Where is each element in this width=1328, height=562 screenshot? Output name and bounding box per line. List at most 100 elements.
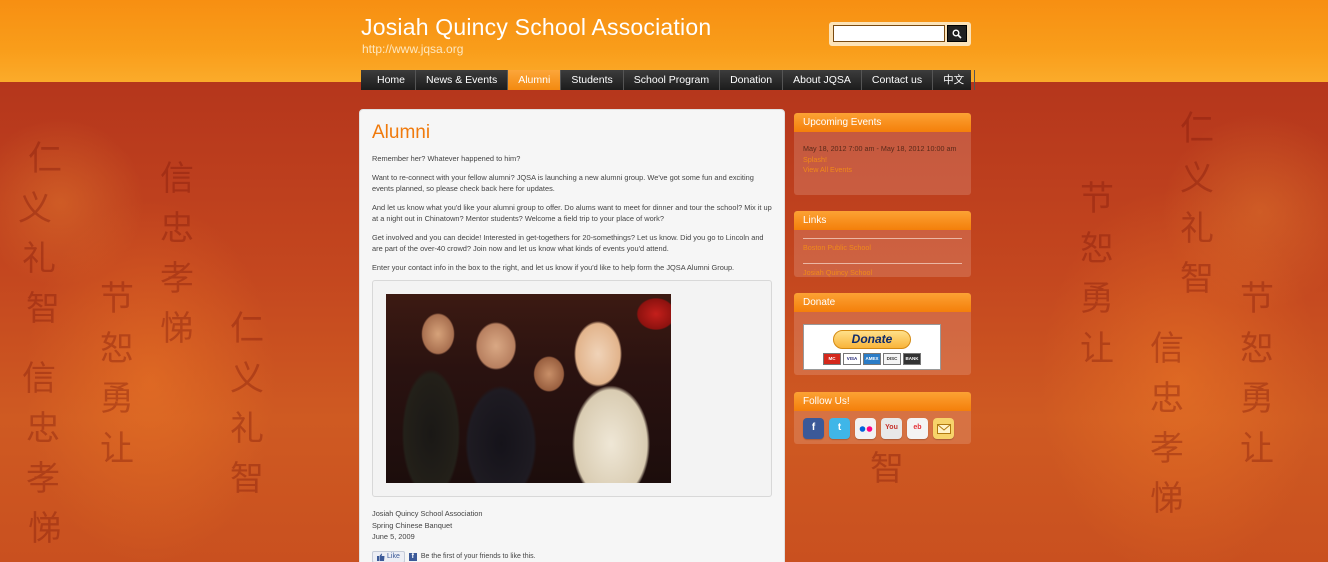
nav-item-5[interactable]: Donation [720,70,784,90]
search-button[interactable] [947,25,967,42]
background-glyph: 信 [22,359,56,399]
widget-heading: Upcoming Events [794,113,971,132]
background-glyph: 孝 [1150,429,1184,469]
like-text: Be the first of your friends to like thi… [420,553,536,560]
background-glyph: 恕 [100,329,134,369]
background-glyph: 忠 [26,409,60,449]
background-glyph: 信 [160,159,194,199]
background-glyph: 悌 [1150,479,1184,519]
josiah-quincy-school-link[interactable]: Josiah Quincy School [803,268,872,277]
background-glyph: 义 [18,189,52,229]
upcoming-events-widget: Upcoming Events May 18, 2012 7:00 am - M… [794,113,971,195]
event-date: May 18, 2012 7:00 am - May 18, 2012 10:0… [803,144,957,153]
background-glyph: 悌 [160,309,194,349]
caption-line: June 5, 2009 [372,532,415,541]
widget-heading: Follow Us! [794,392,971,411]
background-glyph: 礼 [22,239,56,279]
paragraph: Get involved and you can decide! Interes… [372,232,764,254]
background-glyph: 智 [870,449,904,489]
widget-heading: Donate [794,293,971,312]
background-glyph: 让 [1080,329,1114,369]
email-icon[interactable] [933,418,954,439]
background-glyph: 节 [1240,279,1274,319]
discover-icon: DISC [883,352,901,365]
boston-public-school-link[interactable]: Boston Public School [803,243,871,252]
link-item: Josiah Quincy School [803,262,962,278]
thumbs-up-icon [377,553,385,561]
background-glyph: 节 [100,279,134,319]
paragraph: Want to re-connect with your fellow alum… [372,172,754,194]
amex-icon: AMEX [863,352,881,365]
facebook-like: Like f Be the first of your friends to l… [372,550,772,562]
visa-icon: VISA [843,352,861,365]
paypal-donate-button[interactable]: Donate MC VISA AMEX DISC BANK [803,324,941,370]
caption-line: Josiah Quincy School Association [372,509,483,518]
paragraph: Enter your contact info in the box to th… [372,262,735,272]
paragraph: And let us know what you'd like your alu… [372,202,772,224]
background-glyph: 让 [100,429,134,469]
background-glyph: 恕 [1240,329,1274,369]
search-input[interactable] [833,25,945,42]
nav-item-3[interactable]: Students [561,70,624,90]
background-glyph: 仁 [230,309,264,349]
background-glyph: 智 [26,289,60,329]
site-url: http://www.jqsa.org [362,42,464,56]
background-glyph: 礼 [1180,209,1214,249]
mastercard-icon: MC [823,352,841,365]
event-link[interactable]: Splash! [803,155,962,166]
background-glyph: 信 [1150,329,1184,369]
facebook-icon: f [408,552,417,561]
links-widget: Links Boston Public School Josiah Quincy… [794,211,971,277]
nav-item-1[interactable]: News & Events [416,70,509,90]
background-glyph: 智 [230,459,264,499]
background-glyph: 悌 [28,509,62,549]
background-glyph: 礼 [230,409,264,449]
nav-item-0[interactable]: Home [367,70,417,90]
background-glyph: 恕 [1080,229,1114,269]
paragraph: Remember her? Whatever happened to him? [372,154,521,163]
caption-line: Spring Chinese Banquet [372,520,453,530]
widget-body: May 18, 2012 7:00 am - May 18, 2012 10:0… [794,132,971,184]
facebook-icon[interactable]: f [803,418,824,439]
widget-heading: Links [794,211,971,230]
nav-item-4[interactable]: School Program [624,70,721,90]
flickr-icon[interactable] [855,418,876,439]
widget-body: Boston Public School Josiah Quincy Schoo… [794,230,971,277]
background-glyph: 忠 [1150,379,1184,419]
background-glyph: 节 [1080,179,1114,219]
nav-item-8[interactable]: 中文 [933,70,976,90]
nav-item-7[interactable]: Contact us [862,70,934,90]
widget-body: Donate MC VISA AMEX DISC BANK [794,312,971,375]
twitter-icon[interactable]: t [829,418,850,439]
background-glyph: 智 [1180,259,1214,299]
main-content: Alumni Remember her? Whatever happened t… [359,109,785,562]
like-button[interactable]: Like [372,550,405,562]
youtube-icon[interactable]: You [881,418,902,439]
background-glyph: 仁 [1180,109,1214,149]
follow-us-widget: Follow Us! f t You eb [794,392,971,444]
link-item: Boston Public School [803,238,962,254]
background-glyph: 孝 [160,259,194,299]
site-title[interactable]: Josiah Quincy School Association [361,14,711,41]
background-glyph: 勇 [100,379,134,419]
background-glyph: 孝 [26,459,60,499]
background-glyph: 仁 [28,139,62,179]
payment-cards: MC VISA AMEX DISC BANK [823,352,921,365]
search-icon [952,29,962,39]
nav-item-2[interactable]: Alumni [508,70,562,90]
search-box [829,22,971,46]
background-glyph: 义 [230,359,264,399]
banquet-photo [386,294,671,483]
nav-item-6[interactable]: About JQSA [783,70,862,90]
bank-icon: BANK [903,352,921,365]
ebay-icon[interactable]: eb [907,418,928,439]
background-glyph: 义 [1180,159,1214,199]
social-icons: f t You eb [803,418,962,439]
donate-widget: Donate Donate MC VISA AMEX DISC BANK [794,293,971,375]
main-nav: Home News & Events Alumni Students School Pr… [361,70,976,90]
page-title: Alumni [372,122,431,143]
view-all-events-link[interactable]: View All Events [803,165,962,176]
like-button-label: Like [387,553,400,560]
background-glyph: 勇 [1080,279,1114,319]
background-glyph: 忠 [160,209,194,249]
